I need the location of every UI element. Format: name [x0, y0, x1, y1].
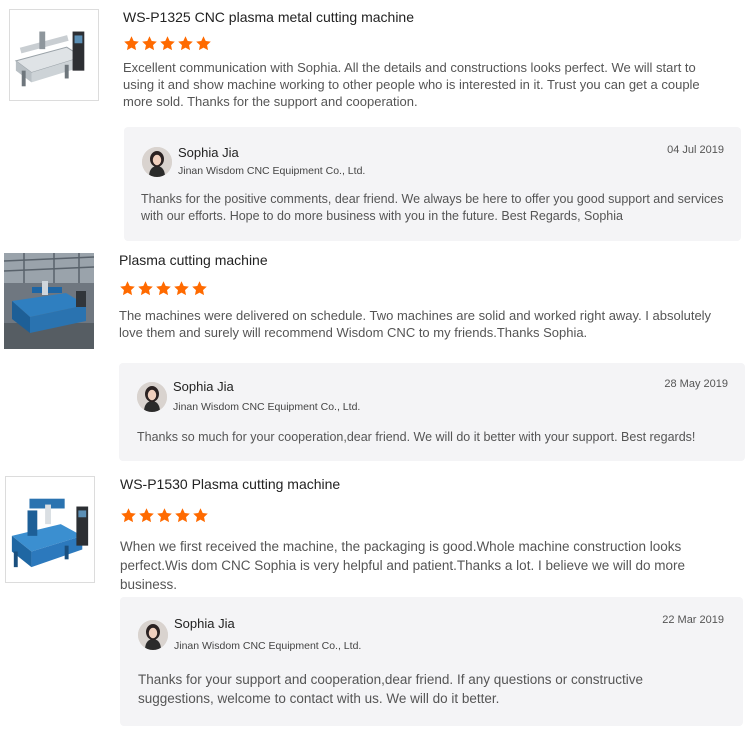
star-icon — [157, 508, 172, 523]
star-icon — [139, 508, 154, 523]
star-icon — [196, 36, 211, 51]
star-icon — [178, 36, 193, 51]
rating-stars — [120, 507, 209, 524]
reply-text: Thanks for your support and cooperation,… — [138, 672, 644, 706]
reply-author-name: Sophia Jia — [173, 379, 234, 394]
person-avatar-icon — [142, 147, 172, 177]
star-icon — [138, 281, 153, 296]
seller-reply: Sophia Jia Jinan Wisdom CNC Equipment Co… — [124, 127, 741, 241]
star-icon — [121, 508, 136, 523]
product-thumbnail[interactable] — [5, 476, 95, 583]
avatar — [137, 382, 167, 412]
star-icon — [156, 281, 171, 296]
blue-plasma-machine-photo-icon — [6, 477, 94, 582]
product-title[interactable]: WS-P1325 CNC plasma metal cutting machin… — [123, 9, 414, 25]
reply-company: Jinan Wisdom CNC Equipment Co., Ltd. — [178, 165, 366, 177]
reply-company: Jinan Wisdom CNC Equipment Co., Ltd. — [173, 401, 361, 413]
reply-text: Thanks for the positive comments, dear f… — [141, 192, 724, 223]
star-icon — [120, 281, 135, 296]
star-icon — [193, 508, 208, 523]
star-icon — [160, 36, 175, 51]
rating-stars — [123, 35, 212, 52]
product-thumbnail[interactable] — [4, 253, 94, 349]
seller-reply: Sophia Jia Jinan Wisdom CNC Equipment Co… — [120, 597, 743, 726]
review-comment: When we first received the machine, the … — [120, 539, 686, 592]
rating-stars — [119, 280, 208, 297]
avatar — [142, 147, 172, 177]
reply-author-name: Sophia Jia — [178, 145, 239, 160]
cnc-machine-photo-icon — [10, 10, 98, 100]
star-icon — [142, 36, 157, 51]
product-title[interactable]: Plasma cutting machine — [119, 252, 268, 268]
product-title[interactable]: WS-P1530 Plasma cutting machine — [120, 476, 340, 492]
person-avatar-icon — [138, 620, 168, 650]
star-icon — [124, 36, 139, 51]
star-icon — [174, 281, 189, 296]
avatar — [138, 620, 168, 650]
seller-reply: Sophia Jia Jinan Wisdom CNC Equipment Co… — [119, 363, 745, 461]
star-icon — [192, 281, 207, 296]
review-comment: The machines were delivered on schedule.… — [119, 308, 712, 340]
reply-date: 22 Mar 2019 — [662, 614, 724, 626]
star-icon — [175, 508, 190, 523]
product-thumbnail[interactable] — [9, 9, 99, 101]
workshop-machine-photo-icon — [4, 253, 94, 349]
review-comment: Excellent communication with Sophia. All… — [123, 60, 700, 109]
reply-date: 28 May 2019 — [664, 378, 728, 390]
person-avatar-icon — [137, 382, 167, 412]
reply-author-name: Sophia Jia — [174, 616, 235, 631]
reply-text: Thanks so much for your cooperation,dear… — [137, 430, 696, 444]
reply-company: Jinan Wisdom CNC Equipment Co., Ltd. — [174, 640, 362, 652]
reply-date: 04 Jul 2019 — [667, 144, 724, 156]
